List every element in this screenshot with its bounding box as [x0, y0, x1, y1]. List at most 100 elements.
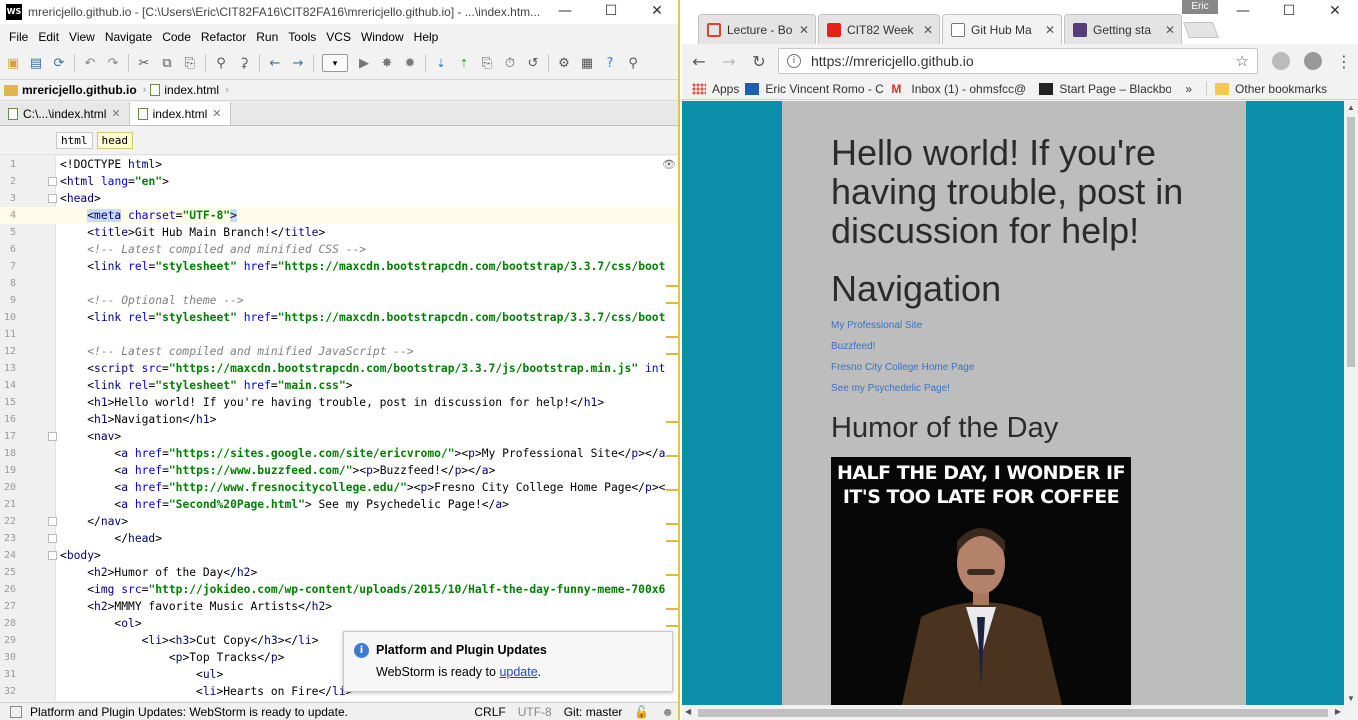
menu-tools[interactable]: Tools — [283, 30, 321, 44]
update-notification[interactable]: i Platform and Plugin Updates WebStorm i… — [343, 631, 673, 692]
other-bookmarks[interactable]: Other bookmarks — [1206, 81, 1327, 96]
code-line[interactable]: 7 <link rel="stylesheet" href="https://m… — [0, 258, 678, 275]
code-line[interactable]: 16 <h1>Navigation</h1> — [0, 411, 678, 428]
run-icon[interactable]: ▶ — [353, 52, 375, 74]
close-icon[interactable]: ✕ — [1312, 0, 1358, 22]
fold-toggle-icon[interactable] — [48, 517, 57, 526]
code-line[interactable]: 23 </head> — [0, 530, 678, 547]
debug-icon[interactable]: ✸ — [376, 52, 398, 74]
menu-file[interactable]: File — [4, 30, 33, 44]
scroll-thumb[interactable] — [1347, 117, 1355, 367]
fold-toggle-icon[interactable] — [48, 194, 57, 203]
address-bar[interactable]: i https://mrericjello.github.io ☆ — [778, 48, 1258, 74]
update-link[interactable]: update — [499, 665, 537, 679]
copy-icon[interactable]: ⧉ — [156, 52, 178, 74]
save-all-icon[interactable]: ▤ — [25, 52, 47, 74]
scroll-left-icon[interactable]: ◀ — [685, 707, 691, 716]
code-line[interactable]: 14 <link rel="stylesheet" href="main.css… — [0, 377, 678, 394]
run-config-dropdown[interactable]: ▾ — [322, 54, 348, 72]
forward-icon[interactable]: → — [716, 52, 742, 71]
menu-refactor[interactable]: Refactor — [196, 30, 251, 44]
project-structure-icon[interactable]: ▦ — [576, 52, 598, 74]
code-line[interactable]: 8 — [0, 275, 678, 292]
profile-button[interactable]: Eric — [1182, 0, 1218, 14]
coverage-icon[interactable]: ✹ — [399, 52, 421, 74]
url-text[interactable]: https://mrericjello.github.io — [811, 53, 1236, 69]
eye-icon[interactable]: 👁 — [662, 158, 676, 171]
menu-edit[interactable]: Edit — [33, 30, 64, 44]
code-line[interactable]: 21 <a href="Second%20Page.html"> See my … — [0, 496, 678, 513]
close-tab-icon[interactable]: ✕ — [111, 107, 120, 120]
fold-toggle-icon[interactable] — [48, 177, 57, 186]
code-line[interactable]: 25 <h2>Humor of the Day</h2> — [0, 564, 678, 581]
code-line[interactable]: 17 <nav> — [0, 428, 678, 445]
cut-icon[interactable]: ✂ — [133, 52, 155, 74]
scroll-thumb[interactable] — [698, 709, 1328, 717]
bookmark-item[interactable]: Eric Vincent Romo - C — [745, 82, 885, 96]
menu-navigate[interactable]: Navigate — [100, 30, 157, 44]
menu-vcs[interactable]: VCS — [321, 30, 356, 44]
minimize-icon[interactable]: — — [542, 0, 588, 24]
nav-link-buzzfeed[interactable]: Buzzfeed! — [831, 341, 974, 362]
fold-toggle-icon[interactable] — [48, 432, 57, 441]
site-info-icon[interactable]: i — [787, 54, 801, 68]
menu-window[interactable]: Window — [356, 30, 409, 44]
back-icon[interactable]: ← — [264, 52, 286, 74]
code-line[interactable]: 27 <h2>MMMY favorite Music Artists</h2> — [0, 598, 678, 615]
code-line[interactable]: 20 <a href="http://www.fresnocitycollege… — [0, 479, 678, 496]
extension-icon[interactable] — [1304, 52, 1322, 70]
back-icon[interactable]: ← — [686, 52, 712, 71]
bookmarks-overflow-button[interactable]: » — [1177, 82, 1200, 96]
chrome-menu-icon[interactable]: ⋮ — [1336, 52, 1352, 71]
fold-toggle-icon[interactable] — [48, 534, 57, 543]
close-tab-icon[interactable]: ✕ — [1045, 23, 1055, 37]
tag-crumb-head[interactable]: head — [96, 132, 133, 149]
maximize-icon[interactable]: ☐ — [1266, 0, 1312, 22]
close-tab-icon[interactable]: ✕ — [799, 23, 809, 37]
code-line[interactable]: 12 <!-- Latest compiled and minified Jav… — [0, 343, 678, 360]
bookmark-item[interactable]: M Inbox (1) - ohmsfcc@ — [891, 82, 1033, 96]
editor-tab[interactable]: C:\...\index.html ✕ — [0, 102, 130, 125]
vertical-scrollbar[interactable]: ▲ ▼ — [1344, 101, 1358, 705]
code-line[interactable]: 24 <body> — [0, 547, 678, 564]
code-line[interactable]: 10 <link rel="stylesheet" href="https://… — [0, 309, 678, 326]
tag-crumb-html[interactable]: html — [56, 132, 93, 149]
close-tab-icon[interactable]: ✕ — [1165, 23, 1175, 37]
fold-toggle-icon[interactable] — [48, 551, 57, 560]
line-separator[interactable]: CRLF — [468, 705, 511, 719]
horizontal-scrollbar[interactable]: ◀ ▶ — [682, 705, 1344, 720]
code-line[interactable]: 28 <ol> — [0, 615, 678, 632]
code-editor[interactable]: 1 <!DOCTYPE html> 2 <html lang="en"> 3 <head>… — [0, 156, 678, 701]
scroll-up-icon[interactable]: ▲ — [1344, 103, 1358, 112]
close-tab-icon[interactable]: ✕ — [923, 23, 933, 37]
help-icon[interactable]: ? — [599, 52, 621, 74]
menu-run[interactable]: Run — [251, 30, 283, 44]
vcs-revert-icon[interactable]: ↺ — [522, 52, 544, 74]
sync-icon[interactable]: ⟳ — [48, 52, 70, 74]
browser-tab[interactable]: CIT82 Week ✕ — [818, 14, 940, 44]
browser-tab[interactable]: Getting sta ✕ — [1064, 14, 1182, 44]
browser-tab-active[interactable]: Git Hub Ma ✕ — [942, 14, 1062, 44]
settings-icon[interactable]: ⚙ — [553, 52, 575, 74]
bookmark-item[interactable]: Start Page – Blackboa — [1039, 82, 1171, 96]
code-line[interactable]: 1 <!DOCTYPE html> — [0, 156, 678, 173]
menu-help[interactable]: Help — [409, 30, 444, 44]
close-icon[interactable]: ✕ — [634, 0, 678, 24]
error-stripe[interactable]: 👁 — [662, 156, 678, 701]
undo-icon[interactable]: ↶ — [79, 52, 101, 74]
nav-link-professional[interactable]: My Professional Site — [831, 320, 974, 341]
code-line[interactable]: 13 <script src="https://maxcdn.bootstrap… — [0, 360, 678, 377]
extension-icon[interactable] — [1272, 52, 1290, 70]
code-line[interactable]: 9 <!-- Optional theme --> — [0, 292, 678, 309]
vcs-compare-icon[interactable]: ⎘ — [476, 52, 498, 74]
bookmark-apps[interactable]: Apps — [692, 82, 739, 96]
new-tab-button[interactable] — [1183, 22, 1219, 38]
inspector-icon[interactable]: ☻ — [655, 705, 678, 719]
vcs-update-icon[interactable]: ⇣ — [430, 52, 452, 74]
code-line[interactable]: 5 <title>Git Hub Main Branch!</title> — [0, 224, 678, 241]
reload-icon[interactable]: ↻ — [746, 52, 772, 71]
close-tab-icon[interactable]: ✕ — [212, 107, 221, 120]
nav-link-psychedelic[interactable]: See my Psychedelic Page! — [831, 383, 974, 404]
editor-tab-active[interactable]: index.html ✕ — [129, 102, 231, 125]
code-line[interactable]: 3 <head> — [0, 190, 678, 207]
